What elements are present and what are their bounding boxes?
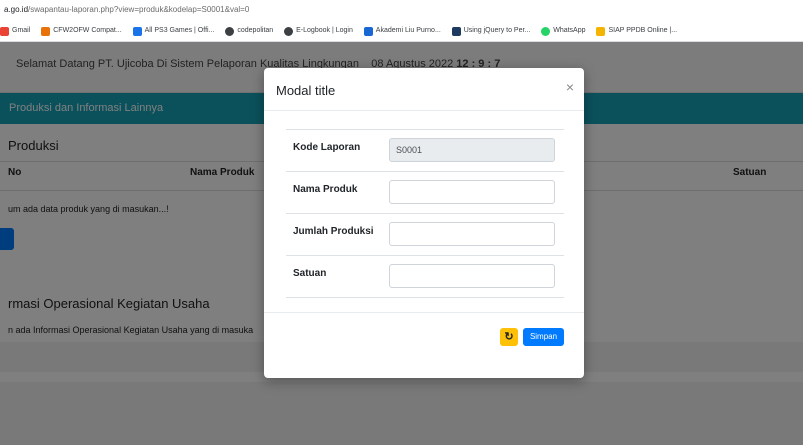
bookmarks-bar: Gmail CFW2OFW Compat... All PS3 Games | … (0, 20, 803, 42)
form-row-satuan: Satuan (286, 255, 564, 298)
close-icon[interactable]: × (566, 80, 574, 94)
bookmark-akademi[interactable]: Akademi Liu Purno... (363, 20, 441, 41)
whatsapp-icon (541, 26, 551, 36)
refresh-icon: ↻ (504, 331, 514, 343)
simpan-button[interactable]: Simpan (523, 328, 564, 346)
bookmark-whatsapp[interactable]: WhatsApp (541, 20, 586, 41)
address-bar[interactable]: a.go.id/swapantau-laporan.php?view=produ… (0, 0, 803, 20)
bookmark-elogbook[interactable]: E-Logbook | Login (284, 20, 353, 41)
globe-icon (225, 26, 235, 36)
bookmark-icon (41, 26, 51, 36)
bookmark-icon (363, 26, 373, 36)
bookmark-icon (451, 26, 461, 36)
bookmark-codepolitan[interactable]: codepolitan (225, 20, 273, 41)
bookmark-jquery[interactable]: Using jQuery to Per... (451, 20, 530, 41)
globe-icon (284, 26, 294, 36)
bookmark-siap-ppdb[interactable]: SIAP PPDB Online |... (596, 20, 677, 41)
url-path: /swapantau-laporan.php?view=produk&kodel… (28, 5, 250, 14)
satuan-input[interactable] (389, 264, 555, 288)
form-row-kode-laporan: Kode Laporan (286, 129, 564, 171)
modal-header: Modal title × (264, 68, 584, 111)
form-row-jumlah-produksi: Jumlah Produksi (286, 213, 564, 255)
url-host: a.go.id (4, 5, 29, 14)
jumlah-produksi-input[interactable] (389, 222, 555, 246)
kode-laporan-label: Kode Laporan (293, 142, 361, 153)
form-row-nama-produk: Nama Produk (286, 171, 564, 213)
bookmark-gmail[interactable]: Gmail (0, 20, 30, 41)
nama-produk-label: Nama Produk (293, 184, 358, 195)
modal-footer: ↻ Simpan (264, 312, 584, 378)
bookmark-icon (596, 26, 606, 36)
produk-modal: Modal title × Kode Laporan Nama Produk J… (264, 68, 584, 378)
produk-form: Kode Laporan Nama Produk Jumlah Produksi… (286, 129, 564, 298)
modal-title: Modal title (276, 83, 336, 98)
kode-laporan-input (389, 138, 555, 162)
bookmark-cfw2ofw[interactable]: CFW2OFW Compat... (41, 20, 122, 41)
bookmark-ps3-games[interactable]: All PS3 Games | Offi... (132, 20, 214, 41)
gmail-icon (0, 26, 9, 36)
nama-produk-input[interactable] (389, 180, 555, 204)
reset-button[interactable]: ↻ (500, 328, 518, 346)
jumlah-produksi-label: Jumlah Produksi (293, 226, 374, 237)
satuan-label: Satuan (293, 268, 327, 279)
bookmark-icon (132, 26, 142, 36)
